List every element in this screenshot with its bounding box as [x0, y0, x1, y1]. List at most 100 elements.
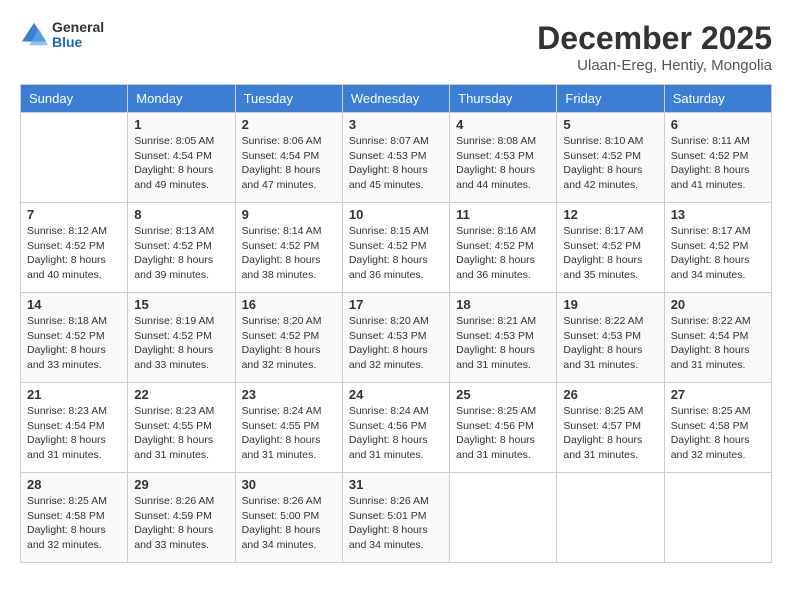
day-info: Sunrise: 8:24 AM Sunset: 4:56 PM Dayligh…	[349, 404, 443, 463]
calendar-cell: 24 Sunrise: 8:24 AM Sunset: 4:56 PM Dayli…	[342, 383, 449, 473]
day-info: Sunrise: 8:10 AM Sunset: 4:52 PM Dayligh…	[563, 134, 657, 193]
day-info: Sunrise: 8:20 AM Sunset: 4:52 PM Dayligh…	[242, 314, 336, 373]
header-day: Saturday	[664, 85, 771, 113]
day-number: 13	[671, 207, 765, 222]
day-info: Sunrise: 8:23 AM Sunset: 4:54 PM Dayligh…	[27, 404, 121, 463]
logo-text: General Blue	[52, 20, 104, 51]
calendar-cell: 1Sunrise: 8:05 AM Sunset: 4:54 PM Daylig…	[128, 113, 235, 203]
day-number: 26	[563, 387, 657, 402]
calendar-cell: 11 Sunrise: 8:16 AM Sunset: 4:52 PM Dayli…	[450, 203, 557, 293]
day-info: Sunrise: 8:14 AM Sunset: 4:52 PM Dayligh…	[242, 224, 336, 283]
day-number: 28	[27, 477, 121, 492]
calendar-cell: 31 Sunrise: 8:26 AM Sunset: 5:01 PM Dayli…	[342, 473, 449, 563]
calendar-cell: 14 Sunrise: 8:18 AM Sunset: 4:52 PM Dayli…	[21, 293, 128, 383]
day-number: 25	[456, 387, 550, 402]
day-info: Sunrise: 8:21 AM Sunset: 4:53 PM Dayligh…	[456, 314, 550, 373]
calendar-week: 7Sunrise: 8:12 AM Sunset: 4:52 PM Daylig…	[21, 203, 772, 293]
day-number: 23	[242, 387, 336, 402]
day-info: Sunrise: 8:25 AM Sunset: 4:58 PM Dayligh…	[671, 404, 765, 463]
calendar-cell: 17 Sunrise: 8:20 AM Sunset: 4:53 PM Dayli…	[342, 293, 449, 383]
day-number: 16	[242, 297, 336, 312]
day-number: 17	[349, 297, 443, 312]
day-number: 21	[27, 387, 121, 402]
month-title: December 2025	[537, 20, 772, 57]
day-number: 10	[349, 207, 443, 222]
day-number: 20	[671, 297, 765, 312]
calendar-cell: 27Sunrise: 8:25 AM Sunset: 4:58 PM Dayli…	[664, 383, 771, 473]
day-info: Sunrise: 8:22 AM Sunset: 4:53 PM Dayligh…	[563, 314, 657, 373]
day-info: Sunrise: 8:19 AM Sunset: 4:52 PM Dayligh…	[134, 314, 228, 373]
day-number: 6	[671, 117, 765, 132]
day-number: 12	[563, 207, 657, 222]
calendar-cell: 18 Sunrise: 8:21 AM Sunset: 4:53 PM Dayli…	[450, 293, 557, 383]
calendar-cell: 15Sunrise: 8:19 AM Sunset: 4:52 PM Dayli…	[128, 293, 235, 383]
header-day: Monday	[128, 85, 235, 113]
header-day: Tuesday	[235, 85, 342, 113]
calendar-cell: 26 Sunrise: 8:25 AM Sunset: 4:57 PM Dayli…	[557, 383, 664, 473]
calendar-cell: 2 Sunrise: 8:06 AM Sunset: 4:54 PM Daylig…	[235, 113, 342, 203]
calendar-cell: 7Sunrise: 8:12 AM Sunset: 4:52 PM Daylig…	[21, 203, 128, 293]
day-info: Sunrise: 8:26 AM Sunset: 4:59 PM Dayligh…	[134, 494, 228, 553]
calendar-cell: 22 Sunrise: 8:23 AM Sunset: 4:55 PM Dayli…	[128, 383, 235, 473]
calendar-cell: 5 Sunrise: 8:10 AM Sunset: 4:52 PM Daylig…	[557, 113, 664, 203]
location: Ulaan-Ereg, Hentiy, Mongolia	[537, 57, 772, 74]
header-day: Sunday	[21, 85, 128, 113]
day-info: Sunrise: 8:12 AM Sunset: 4:52 PM Dayligh…	[27, 224, 121, 283]
day-info: Sunrise: 8:11 AM Sunset: 4:52 PM Dayligh…	[671, 134, 765, 193]
day-info: Sunrise: 8:23 AM Sunset: 4:55 PM Dayligh…	[134, 404, 228, 463]
logo: General Blue	[20, 20, 104, 51]
header-day: Thursday	[450, 85, 557, 113]
logo-general: General	[52, 20, 104, 35]
day-number: 4	[456, 117, 550, 132]
header-day: Friday	[557, 85, 664, 113]
day-number: 9	[242, 207, 336, 222]
day-info: Sunrise: 8:26 AM Sunset: 5:01 PM Dayligh…	[349, 494, 443, 553]
day-info: Sunrise: 8:26 AM Sunset: 5:00 PM Dayligh…	[242, 494, 336, 553]
day-info: Sunrise: 8:17 AM Sunset: 4:52 PM Dayligh…	[563, 224, 657, 283]
day-info: Sunrise: 8:20 AM Sunset: 4:53 PM Dayligh…	[349, 314, 443, 373]
day-number: 14	[27, 297, 121, 312]
calendar-cell: 23Sunrise: 8:24 AM Sunset: 4:55 PM Dayli…	[235, 383, 342, 473]
day-number: 24	[349, 387, 443, 402]
calendar-cell: 8 Sunrise: 8:13 AM Sunset: 4:52 PM Daylig…	[128, 203, 235, 293]
page-header: General Blue December 2025 Ulaan-Ereg, H…	[20, 20, 772, 74]
calendar-cell: 3 Sunrise: 8:07 AM Sunset: 4:53 PM Daylig…	[342, 113, 449, 203]
calendar-cell: 29Sunrise: 8:26 AM Sunset: 4:59 PM Dayli…	[128, 473, 235, 563]
calendar-cell: 12 Sunrise: 8:17 AM Sunset: 4:52 PM Dayli…	[557, 203, 664, 293]
day-info: Sunrise: 8:25 AM Sunset: 4:58 PM Dayligh…	[27, 494, 121, 553]
logo-icon	[20, 21, 48, 49]
day-info: Sunrise: 8:17 AM Sunset: 4:52 PM Dayligh…	[671, 224, 765, 283]
calendar-cell: 28 Sunrise: 8:25 AM Sunset: 4:58 PM Dayli…	[21, 473, 128, 563]
day-info: Sunrise: 8:25 AM Sunset: 4:57 PM Dayligh…	[563, 404, 657, 463]
calendar-cell: 20Sunrise: 8:22 AM Sunset: 4:54 PM Dayli…	[664, 293, 771, 383]
day-number: 8	[134, 207, 228, 222]
calendar-table: SundayMondayTuesdayWednesdayThursdayFrid…	[20, 84, 772, 563]
day-number: 22	[134, 387, 228, 402]
day-number: 30	[242, 477, 336, 492]
calendar-cell: 4Sunrise: 8:08 AM Sunset: 4:53 PM Daylig…	[450, 113, 557, 203]
calendar-week: 21 Sunrise: 8:23 AM Sunset: 4:54 PM Dayli…	[21, 383, 772, 473]
calendar-cell: 13 Sunrise: 8:17 AM Sunset: 4:52 PM Dayli…	[664, 203, 771, 293]
day-number: 3	[349, 117, 443, 132]
calendar-week: 1Sunrise: 8:05 AM Sunset: 4:54 PM Daylig…	[21, 113, 772, 203]
day-info: Sunrise: 8:18 AM Sunset: 4:52 PM Dayligh…	[27, 314, 121, 373]
calendar-cell	[664, 473, 771, 563]
logo-blue: Blue	[52, 35, 104, 50]
calendar-week: 14 Sunrise: 8:18 AM Sunset: 4:52 PM Dayli…	[21, 293, 772, 383]
day-info: Sunrise: 8:05 AM Sunset: 4:54 PM Dayligh…	[134, 134, 228, 193]
day-number: 5	[563, 117, 657, 132]
day-info: Sunrise: 8:25 AM Sunset: 4:56 PM Dayligh…	[456, 404, 550, 463]
calendar-cell	[21, 113, 128, 203]
day-info: Sunrise: 8:16 AM Sunset: 4:52 PM Dayligh…	[456, 224, 550, 283]
calendar-cell	[557, 473, 664, 563]
day-number: 11	[456, 207, 550, 222]
day-info: Sunrise: 8:06 AM Sunset: 4:54 PM Dayligh…	[242, 134, 336, 193]
day-number: 19	[563, 297, 657, 312]
day-info: Sunrise: 8:07 AM Sunset: 4:53 PM Dayligh…	[349, 134, 443, 193]
day-info: Sunrise: 8:13 AM Sunset: 4:52 PM Dayligh…	[134, 224, 228, 283]
day-number: 31	[349, 477, 443, 492]
day-number: 18	[456, 297, 550, 312]
day-number: 2	[242, 117, 336, 132]
calendar-week: 28 Sunrise: 8:25 AM Sunset: 4:58 PM Dayli…	[21, 473, 772, 563]
calendar-cell: 9 Sunrise: 8:14 AM Sunset: 4:52 PM Daylig…	[235, 203, 342, 293]
